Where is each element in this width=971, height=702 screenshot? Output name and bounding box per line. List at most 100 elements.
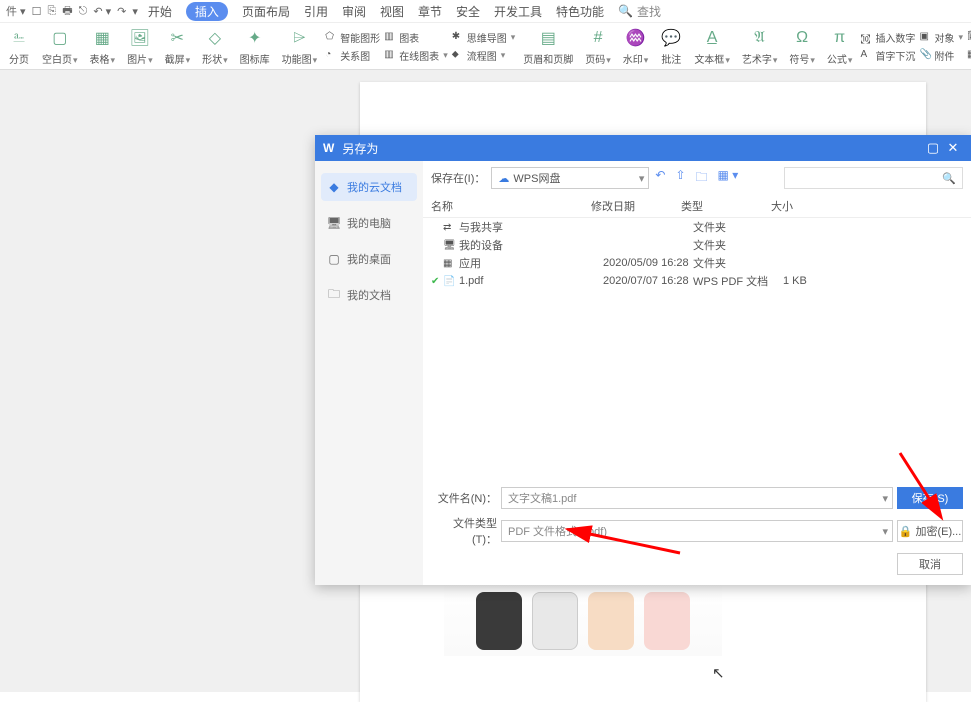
quick-icon[interactable]: ☐ [32,5,42,18]
dialog-titlebar[interactable]: W 另存为 ▢ ✕ [315,135,971,161]
ribbon-shape[interactable]: ◇形状▾ [198,25,232,68]
check-icon: ✔ [431,276,441,287]
quick-icon[interactable]: ⎋ [79,5,88,18]
cloud-icon: ◆ [327,180,341,194]
cancel-button[interactable]: 取消 [897,553,963,575]
file-name: 1.pdf [459,275,603,287]
ribbon-insert-number[interactable]: ㉈插入数字 [860,30,915,45]
computer-icon: 🖥 [327,216,341,230]
ribbon-online-chart[interactable]: ▥在线图表▾ [384,48,448,63]
ribbon-table[interactable]: ▦表格▾ [86,25,120,68]
dropcap-icon: A [860,49,872,61]
sidebar-cloud-docs[interactable]: ◆ 我的云文档 [321,173,417,201]
pagenum-icon: # [587,27,609,49]
search-label[interactable]: 查找 [637,3,661,20]
ribbon-picture[interactable]: 🖼图片▾ [123,25,157,68]
file-icon: 📄 [443,276,455,287]
artword-icon: 𝔄 [749,27,771,49]
ribbon-attach[interactable]: 📎附件 [919,48,963,63]
file-size: 1 KB [783,275,863,287]
ribbon-iconlib[interactable]: ✦图标库 [236,25,274,68]
tab-layout[interactable]: 页面布局 [242,3,290,20]
tab-ref[interactable]: 引用 [304,3,328,20]
ribbon-funcpic[interactable]: ⌲功能图▾ [278,25,322,68]
sidebar-item-label: 我的桌面 [347,251,391,267]
sidebar-item-label: 我的文档 [347,287,391,303]
file-row[interactable]: ✔📄1.pdf2020/07/07 16:28WPS PDF 文档1 KB [423,272,971,290]
quick-icon[interactable]: ▾ [132,5,138,18]
file-row[interactable]: ▦应用2020/05/09 16:28文件夹 [423,254,971,272]
ribbon-formula[interactable]: π公式▾ [823,25,857,68]
tab-review[interactable]: 审阅 [342,3,366,20]
save-button[interactable]: 保存(S) [897,487,963,509]
ribbon-smart-shape[interactable]: ⬠智能图形 [325,30,380,45]
col-type[interactable]: 类型 [681,198,771,214]
tab-security[interactable]: 安全 [456,3,480,20]
ribbon-comment[interactable]: 💬批注 [656,25,686,68]
search-field[interactable]: 🔍 [784,167,963,189]
quick-icon[interactable]: 🖶 [62,2,72,21]
ribbon-blank[interactable]: ▢空白页▾ [38,25,82,68]
tab-chapter[interactable]: 章节 [418,3,442,20]
quick-icon[interactable]: 件 ▾ [6,3,26,19]
chevron-down-icon: ▾ [639,172,645,185]
file-list[interactable]: ⇄与我共享文件夹🖥我的设备文件夹▦应用2020/05/09 16:28文件夹✔📄… [423,218,971,475]
ribbon-artword[interactable]: 𝔄艺术字▾ [738,25,782,68]
ribbon: ⎁分页 ▢空白页▾ ▦表格▾ 🖼图片▾ ✂截屏▾ ◇形状▾ ✦图标库 ⌲功能图▾… [0,22,971,70]
ribbon-watermark[interactable]: ♒水印▾ [619,25,653,68]
ribbon-dropcap[interactable]: A首字下沉 [860,48,915,63]
sidebar-docs[interactable]: 🗀 我的文档 [321,281,417,309]
ribbon-flowchart[interactable]: ⬥流程图▾ [452,48,516,63]
col-date[interactable]: 修改日期 [591,198,681,214]
file-row[interactable]: 🖥我的设备文件夹 [423,236,971,254]
relation-icon: ◔ [325,49,337,61]
ribbon-date[interactable]: 🗓日期 [967,30,971,45]
file-name: 与我共享 [459,219,603,235]
ribbon-symbol[interactable]: Ω符号▾ [785,25,819,68]
quick-icon[interactable]: ⎘ [47,5,56,18]
phone-gold [588,592,634,650]
sidebar-desktop[interactable]: ▢ 我的桌面 [321,245,417,273]
nav-back-icon[interactable]: ↶ [655,168,665,189]
header-footer-icon: ▤ [537,27,559,49]
close-button[interactable]: ✕ [943,140,963,156]
menu-tabs: 开始 插入 页面布局 引用 审阅 视图 章节 安全 开发工具 特色功能 🔍 查找 [148,2,661,21]
textbox-icon: A̲ [701,27,723,49]
tab-devtool[interactable]: 开发工具 [494,3,542,20]
tab-insert[interactable]: 插入 [186,2,228,21]
file-icon: ⇄ [443,222,455,233]
nav-up-icon[interactable]: ⇧ [675,168,685,189]
quick-icon[interactable]: ↶ ▾ [93,5,111,18]
ribbon-page-sep[interactable]: ⎁分页 [4,25,34,68]
folder-icon: 🗀 [327,288,341,302]
ribbon-screenshot[interactable]: ✂截屏▾ [161,25,195,68]
tab-view[interactable]: 视图 [380,3,404,20]
location-dropdown[interactable]: ☁ WPS网盘 ▾ [491,167,649,189]
sidebar-computer[interactable]: 🖥 我的电脑 [321,209,417,237]
view-grid-icon[interactable]: ▦ ▾ [718,168,739,189]
encrypt-button[interactable]: 🔒 加密(E)... [897,520,963,542]
maximize-button[interactable]: ▢ [923,140,943,156]
filetype-dropdown[interactable]: PDF 文件格式(*.pdf) ▾ [501,520,893,542]
col-size[interactable]: 大小 [771,198,851,214]
ribbon-textbox[interactable]: A̲文本框▾ [690,25,734,68]
ribbon-pagenum[interactable]: #页码▾ [581,25,615,68]
ribbon-header-footer[interactable]: ▤页眉和页脚 [519,25,577,68]
col-name[interactable]: 名称 [431,198,591,214]
ribbon-mindmap[interactable]: ✱思维导图▾ [452,30,516,45]
tab-start[interactable]: 开始 [148,3,172,20]
ribbon-object[interactable]: ▣对象▾ [919,30,963,45]
file-row[interactable]: ⇄与我共享文件夹 [423,218,971,236]
ribbon-relation[interactable]: ◔关系图 [325,48,380,63]
filename-input[interactable]: 文字文稿1.pdf ▾ [501,487,893,509]
quick-access: 件 ▾ ☐ ⎘ 🖶 ⎋ ↶ ▾ ↷ ▾ [6,2,138,21]
file-name: 我的设备 [459,237,603,253]
comment-icon: 💬 [660,27,682,49]
new-folder-icon[interactable]: 🗀 [696,168,708,189]
search-icon[interactable]: 🔍 [618,4,633,18]
quick-icon[interactable]: ↷ [117,5,126,18]
ribbon-chart[interactable]: ▥图表 [384,30,448,45]
tab-special[interactable]: 特色功能 [556,3,604,20]
ribbon-docpart[interactable]: ▦文档部件▾ [967,48,971,63]
funcpic-icon: ⌲ [288,27,310,49]
